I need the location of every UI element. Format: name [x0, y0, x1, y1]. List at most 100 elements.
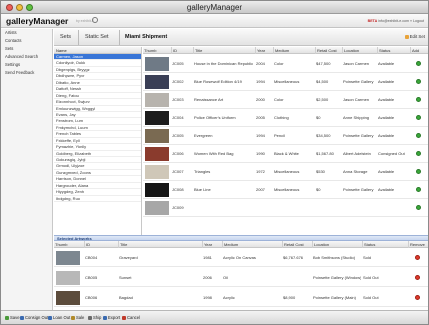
artwork-status: Available: [378, 115, 395, 120]
selected-status: Sold Out: [363, 295, 379, 300]
table-row[interactable]: CB005 Sunset 2006 Oil Poinsette Gallery (Win…: [54, 269, 428, 287]
artwork-status: Available: [378, 169, 395, 174]
artwork-title: Triangles: [194, 169, 211, 174]
column-header-medium[interactable]: Medium: [222, 241, 282, 248]
breadcrumb: Sets Static Set Miami Shipment Edit Set: [54, 29, 428, 46]
sidebar-item-settings[interactable]: Settings: [1, 61, 52, 69]
column-header-status[interactable]: Status: [362, 241, 408, 248]
artwork-thumbnail[interactable]: [145, 129, 169, 143]
edit-set-button[interactable]: Edit Set: [404, 34, 425, 39]
artwork-year: 1990: [256, 151, 265, 156]
breadcrumb-sets[interactable]: Sets: [60, 34, 71, 40]
app-window: galleryManager galleryManager by exhibit…: [0, 0, 429, 325]
artwork-thumbnail[interactable]: [145, 93, 169, 107]
account-logout-link[interactable]: info@exhibit-e.com » Logout: [378, 19, 424, 23]
breadcrumb-static-set[interactable]: Static Set: [85, 34, 109, 40]
sidebar-item-sets[interactable]: Sets: [1, 45, 52, 53]
account-area: BETA info@exhibit-e.com » Logout: [368, 19, 424, 23]
column-header-retail-cost[interactable]: Retail Cost: [282, 241, 312, 248]
artwork-location: Albert Adelstein: [343, 151, 371, 156]
add-artwork-icon[interactable]: [416, 186, 421, 192]
artwork-thumbnail[interactable]: [145, 165, 169, 179]
column-header-medium[interactable]: Medium: [273, 47, 315, 54]
artwork-thumbnail[interactable]: [145, 183, 169, 197]
sidebar-item-advanced-search[interactable]: Advanced Search: [1, 53, 52, 61]
table-row[interactable]: JC002 Blue Rosewolf Edition 4/19 1994 Misce…: [143, 73, 428, 91]
save-button[interactable]: Save: [5, 315, 20, 320]
selected-status: Sold Out: [363, 275, 379, 280]
column-header-remove[interactable]: Remove: [408, 241, 428, 248]
artwork-id: JC003: [172, 97, 184, 102]
artwork-medium: Miscellaneous: [274, 169, 300, 174]
artwork-id: JC005: [172, 133, 184, 138]
sidebar-item-send-feedback[interactable]: Send Feedback: [1, 69, 52, 77]
add-artwork-icon[interactable]: [416, 96, 421, 102]
add-artwork-icon[interactable]: [416, 132, 421, 138]
column-header-location[interactable]: Location: [312, 241, 362, 248]
column-header-title[interactable]: Title: [118, 241, 202, 248]
column-header-retail-cost[interactable]: Retail Cost: [315, 47, 342, 54]
column-header-thumb[interactable]: Thumb: [143, 47, 171, 54]
ship-button[interactable]: Ship: [88, 315, 101, 320]
column-header-title[interactable]: Title: [193, 47, 255, 54]
artwork-year: 1994: [256, 79, 265, 84]
name-rows: Carmen, Jason Cdonliyolr, Oukk Dbgenpigs, …: [54, 54, 141, 203]
table-row[interactable]: JC007 Triangles 1972 Miscellaneous $530 Anna …: [143, 163, 428, 181]
artwork-thumbnail[interactable]: [145, 147, 169, 161]
edit-set-label: Edit Set: [409, 34, 425, 39]
artwork-thumbnail[interactable]: [56, 291, 80, 305]
artwork-thumbnail[interactable]: [56, 271, 80, 285]
selected-location: Bob Smithsons (Studio): [313, 255, 356, 260]
table-row[interactable]: JC008 Blue Line 2007 Miscellaneous $0 Poinset…: [143, 181, 428, 199]
column-header-status[interactable]: Status: [377, 47, 410, 54]
add-artwork-icon[interactable]: [416, 204, 421, 210]
artwork-title: House in the Dominican Republic: [194, 61, 254, 66]
column-header-add[interactable]: Add: [410, 47, 428, 54]
artwork-medium: Color: [274, 61, 284, 66]
artwork-retail-cost: $1,567.80: [316, 151, 334, 156]
table-row[interactable]: JC009: [143, 199, 428, 217]
artwork-id: JC007: [172, 169, 184, 174]
column-header-location[interactable]: Location: [342, 47, 377, 54]
column-header-id[interactable]: ID: [171, 47, 193, 54]
table-row[interactable]: JC004 Police Officer's Uniform 2005 Clothin…: [143, 109, 428, 127]
add-artwork-icon[interactable]: [416, 168, 421, 174]
add-artwork-icon[interactable]: [416, 60, 421, 66]
column-header-year[interactable]: Year: [255, 47, 273, 54]
table-row[interactable]: JC005 House in the Dominican Republic 2004…: [143, 55, 428, 73]
add-artwork-icon[interactable]: [416, 114, 421, 120]
table-row[interactable]: JC006 Women With Red Bag 1990 Black & White…: [143, 145, 428, 163]
artwork-thumbnail[interactable]: [145, 75, 169, 89]
cancel-button[interactable]: Cancel: [122, 315, 140, 320]
loan-out-button[interactable]: Loan Out: [48, 315, 70, 320]
table-row[interactable]: CB006 Bagdad 1998 Acrylic $8,900 Poinsette Ga…: [54, 289, 428, 307]
name-list-item[interactable]: Ibdgdng, Ruo: [54, 196, 141, 203]
sale-button[interactable]: Sale: [71, 315, 84, 320]
artwork-thumbnail[interactable]: [145, 57, 169, 71]
artwork-thumbnail[interactable]: [145, 201, 169, 215]
table-row[interactable]: JC005 Evergreen 1994 Pencil $34,500 Poinsette…: [143, 127, 428, 145]
name-column-header[interactable]: Name: [54, 47, 141, 54]
table-row[interactable]: CB004 Graveyard 1981 Acrylic On Canvas $6,76…: [54, 249, 428, 267]
remove-artwork-icon[interactable]: [415, 294, 420, 300]
column-header-thumb[interactable]: Thumb: [54, 241, 84, 248]
consign-out-button[interactable]: Consign Out: [20, 315, 48, 320]
cancel-label: Cancel: [127, 315, 141, 320]
column-header-id[interactable]: ID: [84, 241, 118, 248]
table-row[interactable]: JC003 Renaissance Art 2000 Color $2,500 Jason…: [143, 91, 428, 109]
artwork-title: Evergreen: [194, 133, 213, 138]
remove-artwork-icon[interactable]: [415, 274, 420, 280]
remove-artwork-icon[interactable]: [415, 254, 420, 260]
sidebar: Artists Contacts Sets Advanced Search Se…: [1, 29, 53, 310]
sidebar-item-contacts[interactable]: Contacts: [1, 37, 52, 45]
export-button[interactable]: Export: [103, 315, 120, 320]
ship-icon: [88, 315, 92, 320]
ship-label: Ship: [93, 315, 102, 320]
column-header-year[interactable]: Year: [202, 241, 222, 248]
artwork-thumbnail[interactable]: [56, 251, 80, 265]
artwork-thumbnail[interactable]: [145, 111, 169, 125]
artwork-retail-cost: $0: [316, 187, 321, 192]
add-artwork-icon[interactable]: [416, 150, 421, 156]
sidebar-item-artists[interactable]: Artists: [1, 29, 52, 37]
add-artwork-icon[interactable]: [416, 78, 421, 84]
